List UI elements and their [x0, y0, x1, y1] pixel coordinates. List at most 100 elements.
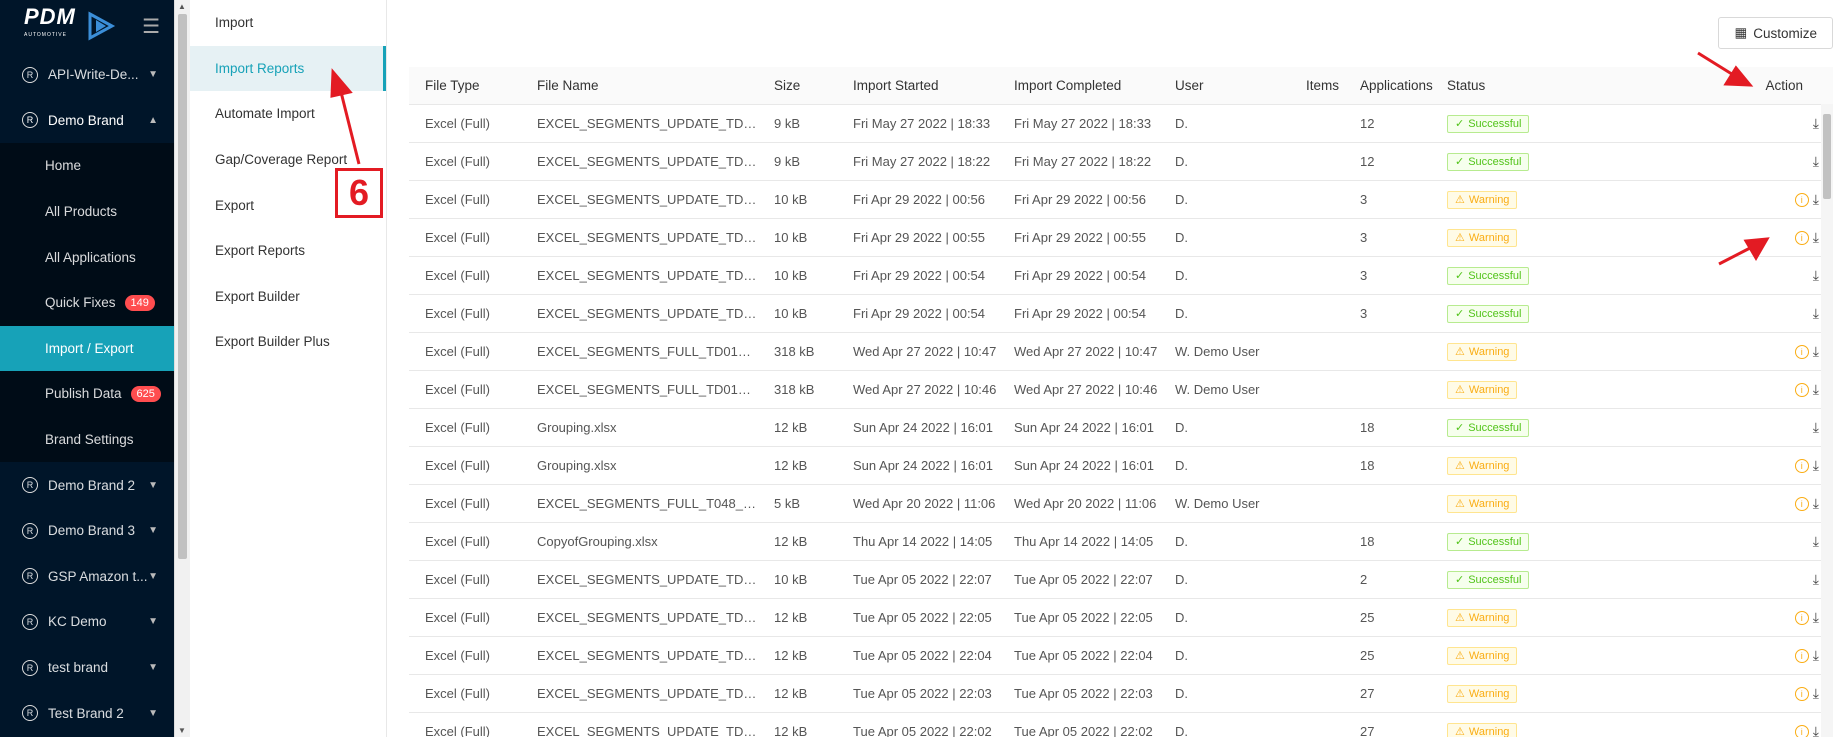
table-row[interactable]: Excel (Full)EXCEL_SEGMENTS_UPDATE_TD01_D…: [409, 180, 1833, 219]
column-header-applications[interactable]: Applications: [1344, 67, 1433, 105]
table-scrollbar[interactable]: [1821, 104, 1833, 737]
cell-import-started: Tue Apr 05 2022 | 22:04: [837, 636, 998, 675]
logo[interactable]: PDM AUTOMOTIVE ☰: [0, 0, 174, 52]
download-icon[interactable]: ⤓: [1813, 647, 1819, 664]
subnav-item-export-builder-plus[interactable]: Export Builder Plus: [190, 319, 386, 365]
action-cell: ⤓: [1551, 256, 1833, 295]
table-row[interactable]: Excel (Full)EXCEL_SEGMENTS_FULL_T048_New…: [409, 484, 1833, 523]
cell-size: 12 kB: [758, 674, 837, 713]
info-circle-icon[interactable]: i: [1794, 686, 1809, 701]
download-icon[interactable]: ⤓: [1813, 457, 1819, 474]
download-icon[interactable]: ⤓: [1813, 115, 1819, 132]
table-row[interactable]: Excel (Full) Grouping.xlsx 12 kB Sun Apr 24…: [409, 446, 1833, 485]
cell-user: D.: [1159, 180, 1290, 219]
scroll-up-icon[interactable]: ▲: [178, 2, 186, 11]
table-row[interactable]: Excel (Full)EXCEL_SEGMENTS_UPDATE_TD01_D…: [409, 142, 1833, 181]
table-row[interactable]: Excel (Full)EXCEL_SEGMENTS_UPDATE_TD01_D…: [409, 104, 1833, 143]
subnav-item-export-builder[interactable]: Export Builder: [190, 274, 386, 320]
sidebar-item-test-brand[interactable]: Rtest brand ▼: [0, 645, 174, 691]
download-icon[interactable]: ⤓: [1813, 381, 1819, 398]
column-header-user[interactable]: User: [1159, 67, 1290, 105]
info-circle-icon[interactable]: i: [1794, 382, 1809, 397]
table-row[interactable]: Excel (Full)EXCEL_SEGMENTS_FULL_TD01_Dem…: [409, 370, 1833, 409]
column-header-size[interactable]: Size: [758, 67, 837, 105]
customize-button[interactable]: ▦ Customize: [1718, 17, 1833, 49]
table-row[interactable]: Excel (Full) CopyofGrouping.xlsx 12 kB Thu …: [409, 522, 1833, 561]
download-icon[interactable]: ⤓: [1813, 571, 1819, 588]
info-circle-icon[interactable]: i: [1794, 648, 1809, 663]
download-icon[interactable]: ⤓: [1813, 685, 1819, 702]
column-header-items[interactable]: Items: [1290, 67, 1344, 105]
warning-triangle-icon: ⚠: [1455, 232, 1465, 244]
column-header-file-type[interactable]: File Type: [409, 67, 521, 105]
sidebar-scroll-thumb[interactable]: [178, 14, 187, 559]
table-row[interactable]: Excel (Full)EXCEL_SEGMENTS_FULL_TD01_Dem…: [409, 332, 1833, 371]
sidebar-item-brand-settings[interactable]: Brand Settings: [0, 416, 174, 463]
info-circle-icon[interactable]: i: [1794, 724, 1809, 737]
download-icon[interactable]: ⤓: [1813, 267, 1819, 284]
sidebar-item-test-brand-2[interactable]: R Test Brand 2 ▼: [0, 690, 174, 736]
download-icon[interactable]: ⤓: [1813, 305, 1819, 322]
download-icon[interactable]: ⤓: [1813, 153, 1819, 170]
download-icon[interactable]: ⤓: [1813, 495, 1819, 512]
table-row[interactable]: Excel (Full)EXCEL_SEGMENTS_UPDATE_TD01_D…: [409, 294, 1833, 333]
download-icon[interactable]: ⤓: [1813, 533, 1819, 550]
table-row[interactable]: Excel (Full)EXCEL_SEGMENTS_UPDATE_TD01_D…: [409, 560, 1833, 599]
table-scroll-thumb[interactable]: [1823, 114, 1831, 199]
table-row[interactable]: Excel (Full)EXCEL_SEGMENTS_UPDATE_TD01_D…: [409, 674, 1833, 713]
info-circle-icon[interactable]: i: [1794, 192, 1809, 207]
download-icon[interactable]: ⤓: [1813, 723, 1819, 737]
download-icon[interactable]: ⤓: [1813, 191, 1819, 208]
cell-items: [1290, 560, 1344, 599]
menu-fold-icon[interactable]: ☰: [142, 14, 160, 39]
cell-file-name: Grouping.xlsx: [521, 446, 758, 485]
cell-file-name: EXCEL_SEGMENTS_UPDATE_TD01_DemoBr...: [521, 560, 758, 599]
sidebar-item-gsp-amazon-t[interactable]: R GSP Amazon t... ▼: [0, 554, 174, 600]
download-icon[interactable]: ⤓: [1813, 419, 1819, 436]
sidebar-item-all-applications[interactable]: All Applications: [0, 234, 174, 280]
column-header-file-name[interactable]: File Name: [521, 67, 758, 105]
table-row[interactable]: Excel (Full)EXCEL_SEGMENTS_UPDATE_TD01_D…: [409, 598, 1833, 637]
sidebar-item-api-write-de[interactable]: R API-Write-De... ▼: [0, 52, 174, 98]
subnav-item-export-reports[interactable]: Export Reports: [190, 228, 386, 274]
table-row[interactable]: Excel (Full)EXCEL_SEGMENTS_UPDATE_TD01_D…: [409, 636, 1833, 675]
table-row[interactable]: Excel (Full)EXCEL_SEGMENTS_UPDATE_TD01_D…: [409, 256, 1833, 295]
info-circle-icon[interactable]: i: [1794, 230, 1809, 245]
cell-size: 5 kB: [758, 484, 837, 523]
download-icon[interactable]: ⤓: [1813, 343, 1819, 360]
subnav-item-import[interactable]: Import: [190, 0, 386, 46]
subnav-item-automate-import[interactable]: Automate Import: [190, 91, 386, 137]
download-icon[interactable]: ⤓: [1813, 229, 1819, 246]
scroll-down-icon[interactable]: ▼: [178, 726, 186, 735]
sidebar-item-all-products[interactable]: All Products: [0, 188, 174, 235]
sidebar-item-kc-demo[interactable]: R KC Demo ▼: [0, 599, 174, 645]
info-circle-icon[interactable]: i: [1794, 496, 1809, 511]
sidebar-item-demo-brand-2[interactable]: R Demo Brand 2 ▼: [0, 462, 174, 508]
column-header-import-started[interactable]: Import Started: [837, 67, 998, 105]
info-circle-icon[interactable]: i: [1794, 458, 1809, 473]
status-badge: ⚠ Warning: [1447, 342, 1518, 361]
sidebar-item-quick-fixes[interactable]: Quick Fixes 149: [0, 279, 174, 326]
column-header-status[interactable]: Status: [1431, 67, 1551, 105]
info-circle-icon[interactable]: i: [1794, 344, 1809, 359]
table-row[interactable]: Excel (Full) Grouping.xlsx 12 kB Sun Apr 24…: [409, 408, 1833, 447]
column-header-import-completed[interactable]: Import Completed: [998, 67, 1159, 105]
cell-size: 12 kB: [758, 408, 837, 447]
sidebar-item-import-export[interactable]: Import / Export: [0, 325, 174, 372]
status-cell: ✓ Successful: [1431, 522, 1551, 561]
table-row[interactable]: Excel (Full)EXCEL_SEGMENTS_UPDATE_TD01_D…: [409, 218, 1833, 257]
info-circle-icon[interactable]: i: [1794, 610, 1809, 625]
cell-applications: 27: [1344, 674, 1431, 713]
download-icon[interactable]: ⤓: [1813, 609, 1819, 626]
sidebar-item-home[interactable]: Home: [0, 143, 174, 189]
cell-import-completed: Fri Apr 29 2022 | 00:56: [998, 180, 1159, 219]
status-cell: ⚠ Warning: [1431, 370, 1551, 409]
sidebar-item-demo-brand-3[interactable]: R Demo Brand 3 ▼: [0, 508, 174, 554]
sidebar-item-demo-brand[interactable]: R Demo Brand ▲: [0, 98, 174, 144]
column-header-action[interactable]: Action: [1551, 67, 1833, 105]
sidebar-item-publish-data[interactable]: Publish Data 625: [0, 371, 174, 417]
registered-icon: R: [22, 659, 38, 676]
table-row[interactable]: Excel (Full)EXCEL_SEGMENTS_UPDATE_TD01_D…: [409, 712, 1833, 737]
subnav-item-import-reports[interactable]: Import Reports: [190, 45, 386, 92]
sidebar-scrollbar[interactable]: ▲ ▼: [174, 0, 190, 737]
